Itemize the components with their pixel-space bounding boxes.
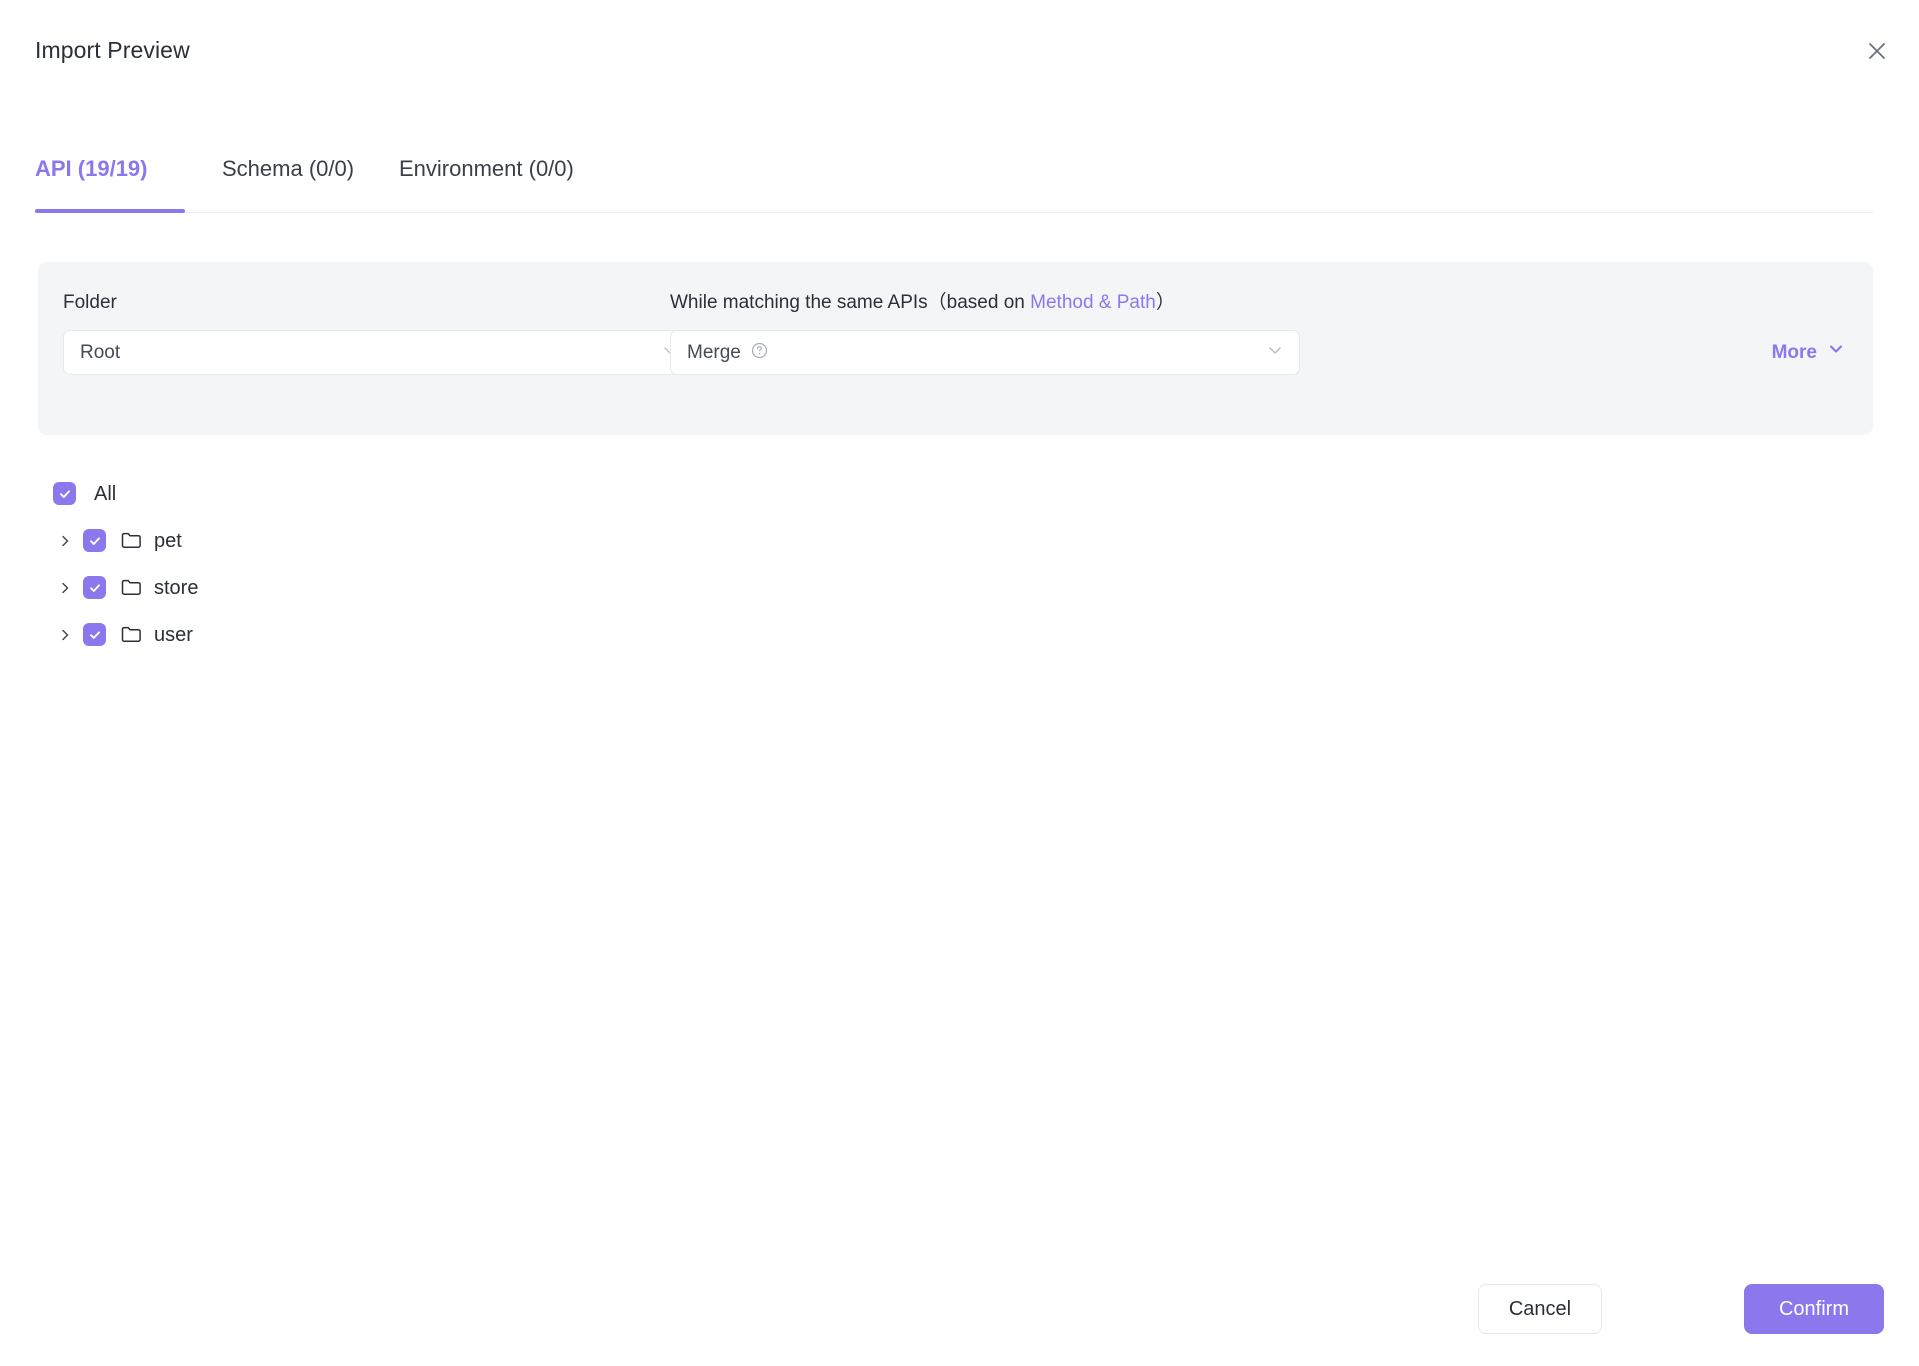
tree-label-store: store	[154, 576, 199, 599]
tree-row-user[interactable]: user	[0, 611, 1919, 658]
tree-label-all: All	[94, 482, 117, 505]
folder-select-value: Root	[80, 341, 121, 363]
chevron-right-icon[interactable]	[53, 576, 77, 600]
checkbox-pet[interactable]	[83, 529, 106, 552]
import-tree: All pet store user	[0, 470, 1919, 658]
close-icon	[1865, 39, 1889, 63]
page-title: Import Preview	[35, 37, 190, 63]
chevron-down-icon	[1827, 340, 1845, 365]
checkbox-user[interactable]	[83, 623, 106, 646]
tab-api[interactable]: API (19/19)	[35, 154, 148, 184]
tabs-divider	[35, 212, 1873, 213]
matching-label-paren-open: （based on	[927, 292, 1031, 313]
matching-label: While matching the same APIs（based on Me…	[670, 291, 1175, 315]
more-label: More	[1771, 341, 1817, 363]
checkbox-store[interactable]	[83, 576, 106, 599]
tree-label-user: user	[154, 623, 193, 646]
import-settings-panel: Folder While matching the same APIs（base…	[38, 262, 1873, 435]
matching-label-main: While matching the same APIs	[670, 292, 928, 313]
help-circle-icon[interactable]	[751, 342, 768, 364]
dialog-footer: Cancel Confirm	[0, 1256, 1919, 1366]
tab-bar: API (19/19) Schema (0/0) Environment (0/…	[0, 140, 1919, 215]
cancel-button[interactable]: Cancel	[1478, 1284, 1602, 1334]
tab-environment[interactable]: Environment (0/0)	[399, 154, 574, 184]
folder-icon	[120, 529, 143, 552]
tree-row-store[interactable]: store	[0, 564, 1919, 611]
more-options-toggle[interactable]: More	[1772, 340, 1845, 365]
checkbox-all[interactable]	[53, 482, 76, 505]
folder-label: Folder	[63, 292, 117, 313]
dialog-header: Import Preview	[0, 0, 1919, 100]
tab-schema[interactable]: Schema (0/0)	[222, 154, 354, 184]
close-button[interactable]	[1860, 34, 1894, 68]
active-tab-indicator	[35, 209, 185, 213]
tree-row-all[interactable]: All	[0, 470, 1919, 517]
tree-label-pet: pet	[154, 529, 182, 552]
tree-row-pet[interactable]: pet	[0, 517, 1919, 564]
confirm-button[interactable]: Confirm	[1744, 1284, 1884, 1334]
merge-select-value: Merge	[687, 341, 741, 363]
matching-basis-link[interactable]: Method & Path	[1030, 292, 1156, 313]
merge-strategy-select[interactable]: Merge	[670, 330, 1300, 375]
folder-icon	[120, 623, 143, 646]
chevron-right-icon[interactable]	[53, 529, 77, 553]
folder-icon	[120, 576, 143, 599]
matching-label-paren-close: ）	[1155, 292, 1175, 313]
chevron-down-icon	[1265, 340, 1285, 365]
chevron-right-icon[interactable]	[53, 623, 77, 647]
folder-select[interactable]: Root	[63, 330, 695, 375]
